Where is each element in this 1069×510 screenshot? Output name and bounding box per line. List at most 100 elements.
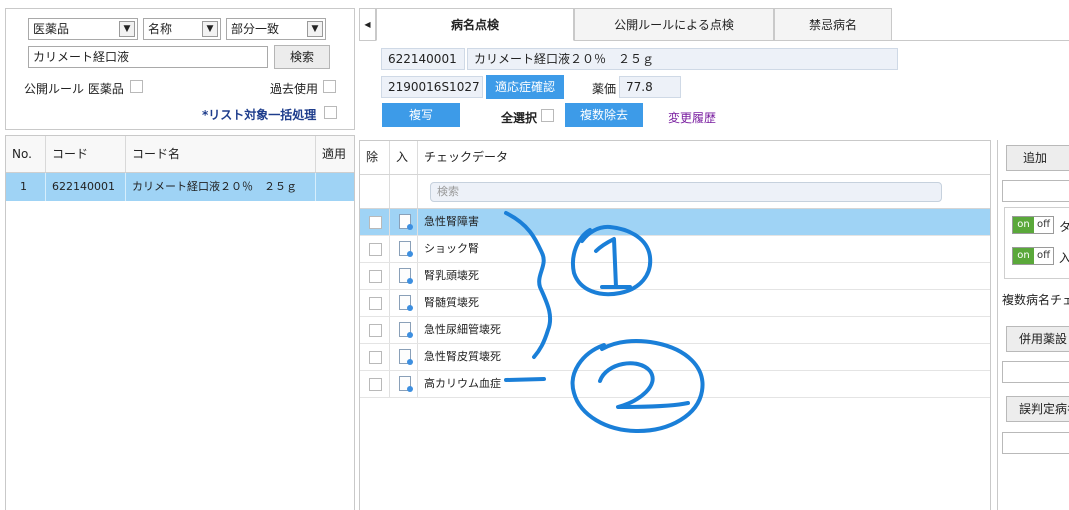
cell-code: 622140001 (46, 173, 126, 201)
cell-remove (360, 209, 390, 235)
cell-remove (360, 263, 390, 289)
remove-checkbox[interactable] (369, 324, 382, 337)
copy-button[interactable]: 複写 (382, 103, 460, 127)
multi-disease-check-label: 複数病名チェ (1002, 293, 1069, 307)
side-input-1[interactable] (1002, 180, 1069, 202)
check-data-name: 急性腎皮質壊死 (424, 350, 501, 363)
multi-remove-button[interactable]: 複数除去 (565, 103, 643, 127)
check-data-name: ショック腎 (424, 242, 479, 255)
tab-public-rule-check[interactable]: 公開ルールによる点検 (574, 8, 774, 41)
remove-checkbox[interactable] (369, 297, 382, 310)
remove-checkbox[interactable] (369, 351, 382, 364)
check-data-table: 除 入 チェックデータ 検索 急性腎障害 ショック腎 腎乳頭壊死 腎髄質壊死 急… (359, 140, 991, 510)
combined-drug-settings-button[interactable]: 併用薬設 (1006, 326, 1069, 352)
side-panel: 追加 on off タ on off 入 複数病名チェ 併用薬設 誤判定病名 (997, 140, 1069, 510)
cell-input (390, 290, 418, 316)
filter-row: 検索 (360, 175, 990, 209)
check-data-name: 高カリウム血症 (424, 377, 501, 390)
add-button[interactable]: 追加 (1006, 145, 1069, 171)
collapse-left-button[interactable]: ◀ (359, 8, 376, 41)
list-item[interactable]: 急性尿細管壊死 (360, 317, 990, 344)
column-header-check-data: チェックデータ (424, 150, 509, 164)
cell-remove (360, 317, 390, 343)
field-select-value: 名称 (148, 22, 173, 36)
document-add-icon[interactable] (399, 268, 413, 284)
remove-checkbox[interactable] (369, 270, 382, 283)
match-mode-select-value: 部分一致 (231, 22, 280, 36)
drug-code-field: 622140001 (381, 48, 465, 70)
cell-input (390, 263, 418, 289)
toggle-on-label: on (1013, 217, 1034, 233)
cell-input (390, 317, 418, 343)
public-rule-checkbox[interactable] (130, 80, 143, 93)
bulk-process-label: *リスト対象一括処理 (202, 108, 317, 122)
indication-check-button[interactable]: 適応症確認 (486, 75, 564, 99)
filter-cell (360, 175, 390, 208)
cell-input (390, 236, 418, 262)
category-select[interactable]: 医薬品 ▼ (28, 18, 138, 40)
bulk-process-checkbox[interactable] (324, 106, 337, 119)
document-add-icon[interactable] (399, 376, 413, 392)
toggle-off-label: off (1036, 219, 1050, 230)
yj-code-field: 2190016S1027 (381, 76, 483, 98)
check-data-name: 急性尿細管壊死 (424, 323, 501, 336)
list-item[interactable]: 腎乳頭壊死 (360, 263, 990, 290)
list-item[interactable]: ショック腎 (360, 236, 990, 263)
check-data-name: 腎髄質壊死 (424, 296, 479, 309)
remove-checkbox[interactable] (369, 216, 382, 229)
tab-contraindication[interactable]: 禁忌病名 (774, 8, 892, 41)
toggle-switch-1[interactable]: on off (1012, 216, 1054, 234)
toggle-off-label: off (1036, 250, 1050, 261)
list-item[interactable]: 腎髄質壊死 (360, 290, 990, 317)
field-select[interactable]: 名称 ▼ (143, 18, 221, 40)
check-table-header: 除 入 チェックデータ (360, 141, 990, 175)
chevron-down-icon: ▼ (119, 21, 135, 37)
category-select-value: 医薬品 (33, 22, 70, 36)
list-item[interactable]: 急性腎障害 (360, 209, 990, 236)
cell-input (390, 371, 418, 397)
price-label: 薬価 (592, 82, 617, 96)
cell-remove (360, 290, 390, 316)
toggle-on-label: on (1013, 248, 1034, 264)
check-data-search-input[interactable]: 検索 (430, 182, 942, 202)
change-history-link[interactable]: 変更履歴 (668, 109, 716, 126)
cell-remove (360, 236, 390, 262)
cell-code-name: カリメート経口液２０％ ２５ｇ (126, 173, 316, 201)
filter-cell (390, 175, 418, 208)
document-add-icon[interactable] (399, 295, 413, 311)
select-all-checkbox[interactable] (541, 109, 554, 122)
toggle-1-label: タ (1059, 220, 1069, 234)
remove-checkbox[interactable] (369, 243, 382, 256)
check-data-name: 急性腎障害 (424, 215, 479, 228)
column-header-code-name[interactable]: コード名 (126, 136, 316, 172)
toggle-switch-2[interactable]: on off (1012, 247, 1054, 265)
past-use-checkbox[interactable] (323, 80, 336, 93)
remove-checkbox[interactable] (369, 378, 382, 391)
column-header-no[interactable]: No. (6, 136, 46, 172)
toggle-2-label: 入 (1059, 251, 1069, 265)
public-rule-label: 公開ルール 医薬品 (24, 82, 124, 96)
match-mode-select[interactable]: 部分一致 ▼ (226, 18, 326, 40)
misjudged-disease-button[interactable]: 誤判定病名 (1006, 396, 1069, 422)
search-button[interactable]: 検索 (274, 45, 330, 69)
cell-input (390, 209, 418, 235)
tab-disease-check[interactable]: 病名点検 (376, 8, 574, 41)
document-add-icon[interactable] (399, 322, 413, 338)
past-use-label: 過去使用 (270, 82, 319, 96)
price-field: 77.8 (619, 76, 681, 98)
side-input-2[interactable] (1002, 361, 1069, 383)
result-table-header: No. コード コード名 適用 (6, 136, 354, 173)
list-item[interactable]: 急性腎皮質壊死 (360, 344, 990, 371)
list-item[interactable]: 高カリウム血症 (360, 371, 990, 398)
select-all-label: 全選択 (501, 111, 538, 125)
cell-apply (316, 173, 354, 201)
tab-divider (892, 40, 1069, 41)
search-input[interactable]: カリメート経口液 (28, 46, 268, 68)
table-row[interactable]: 1 622140001 カリメート経口液２０％ ２５ｇ (6, 173, 354, 201)
document-add-icon[interactable] (399, 214, 413, 230)
document-add-icon[interactable] (399, 241, 413, 257)
column-header-apply[interactable]: 適用 (316, 136, 354, 172)
document-add-icon[interactable] (399, 349, 413, 365)
column-header-code[interactable]: コード (46, 136, 126, 172)
side-input-3[interactable] (1002, 432, 1069, 454)
